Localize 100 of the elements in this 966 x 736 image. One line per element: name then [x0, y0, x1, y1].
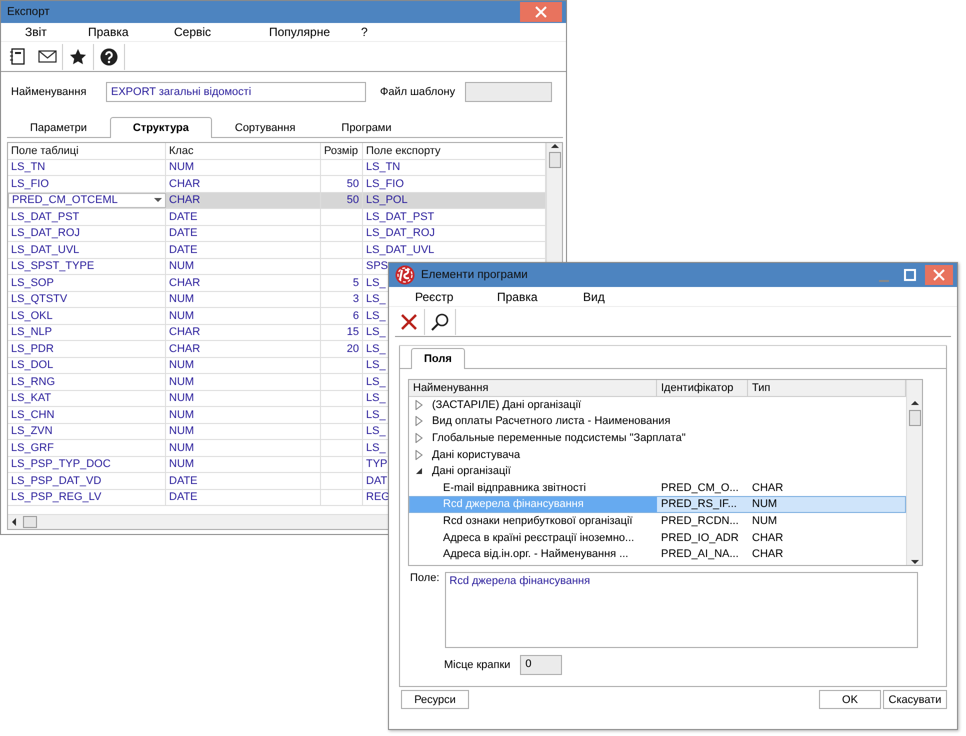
- table-row[interactable]: LS_DAT_ROJ DATE LS_DAT_ROJ: [8, 226, 546, 242]
- table-cell: NUM: [166, 456, 321, 472]
- table-cell: LS_PSP_DAT_VD: [8, 473, 166, 488]
- table-cell: LS_DOL: [8, 358, 166, 373]
- scrollbar-thumb[interactable]: [23, 516, 37, 528]
- column-header[interactable]: Розмір: [321, 143, 363, 158]
- table-cell: LS_GRF: [8, 440, 166, 456]
- maximize-icon: [904, 269, 916, 281]
- tab[interactable]: Сортування: [212, 118, 318, 137]
- scrollbar-thumb[interactable]: [908, 410, 920, 426]
- dropdown-field[interactable]: PRED_CM_OTCEML: [8, 192, 166, 208]
- table-cell: NUM: [166, 440, 321, 456]
- template-field[interactable]: [465, 82, 552, 102]
- tab[interactable]: Параметри: [7, 118, 110, 137]
- table-cell: CHAR: [166, 341, 321, 356]
- table-cell: NUM: [166, 292, 321, 307]
- table-cell: LS_DAT_ROJ: [8, 226, 166, 241]
- identifier-cell: PRED_AI_NA...: [661, 548, 739, 560]
- menu-item[interactable]: Правка: [88, 25, 174, 39]
- tree-item-label: Адреса від.ін.орг. - Найменування ...: [443, 548, 628, 560]
- star-icon: [68, 48, 88, 66]
- table-cell: 20: [321, 341, 363, 356]
- column-header[interactable]: Найменування: [409, 380, 657, 396]
- tab[interactable]: Структура: [110, 117, 212, 138]
- table-cell: DATE: [166, 473, 321, 488]
- column-header[interactable]: Ідентифікатор: [657, 380, 748, 396]
- type-cell: CHAR: [752, 532, 784, 544]
- menu-item[interactable]: Звіт: [25, 25, 88, 39]
- tab[interactable]: Програми: [318, 118, 415, 137]
- tree-row[interactable]: Rcd джерела фінансування PRED_RS_IF... NUM: [409, 496, 906, 513]
- dialog-button[interactable]: OK: [819, 690, 881, 709]
- table-cell: LS_ZVN: [8, 424, 166, 439]
- table-cell: LS_DAT_UVL: [8, 242, 166, 258]
- cell-text: PRED_CM_OTCEML: [12, 194, 118, 206]
- field-label: Файл шаблону: [380, 86, 456, 98]
- table-cell: LS_SOP: [8, 275, 166, 290]
- type-cell: NUM: [752, 498, 778, 510]
- table-cell: LS_NLP: [8, 324, 166, 340]
- decimal-field[interactable]: 0: [520, 655, 562, 675]
- table-row[interactable]: PRED_CM_OTCEML CHAR 50 LS_POL: [8, 192, 546, 209]
- menu-item[interactable]: Сервіс: [174, 25, 269, 39]
- dialog-button[interactable]: Ресурси: [401, 690, 469, 709]
- table-cell: LS_PSP_TYP_DOC: [8, 456, 166, 472]
- identifier-cell: PRED_CM_O...: [661, 482, 739, 494]
- table-row[interactable]: LS_DAT_PST DATE LS_DAT_PST: [8, 209, 546, 226]
- table-cell: LS_PSP_REG_LV: [8, 490, 166, 505]
- table-cell: DATE: [166, 209, 321, 224]
- caret-icon: [154, 198, 162, 202]
- type-cell: CHAR: [752, 482, 784, 494]
- table-cell: NUM: [166, 374, 321, 390]
- search-icon: [431, 312, 449, 330]
- table-cell: DATE: [166, 226, 321, 241]
- tree-row[interactable]: Адреса від.ін.орг. - Найменування ... PRED_AI_NA... CHAR: [409, 546, 906, 563]
- tree-item-label: Rcd ознаки неприбуткової організації: [443, 515, 632, 528]
- identifier-cell: PRED_RCDN...: [661, 515, 739, 528]
- table-cell: CHAR: [166, 192, 321, 208]
- tab[interactable]: Поля: [411, 348, 465, 369]
- window-title: Експорт: [7, 6, 51, 18]
- table-cell: LS_KAT: [8, 390, 166, 406]
- close-icon: [933, 269, 945, 281]
- table-cell: NUM: [166, 424, 321, 439]
- menu-item[interactable]: Популярне: [269, 25, 361, 39]
- field-label: Поле:: [410, 572, 440, 586]
- menu-item[interactable]: ?: [361, 25, 381, 39]
- table-cell: DATE: [166, 490, 321, 505]
- table-cell: LS_FIO: [8, 176, 166, 192]
- table-cell: DATE: [166, 242, 321, 258]
- dialog-button[interactable]: Скасувати: [883, 690, 947, 709]
- column-header[interactable]: Поле таблиці: [8, 143, 166, 158]
- table-cell: NUM: [166, 308, 321, 324]
- identifier-cell: PRED_IO_ADR: [661, 532, 739, 544]
- minimize-icon: [879, 280, 889, 282]
- table-cell: NUM: [166, 358, 321, 373]
- close-button[interactable]: [520, 2, 562, 22]
- scroll-left-icon: [11, 517, 17, 527]
- menu-item[interactable]: Вид: [583, 290, 623, 304]
- name-field[interactable]: EXPORT загальні відомості: [106, 82, 366, 102]
- table-cell: NUM: [166, 160, 321, 175]
- table-row[interactable]: LS_TN NUM LS_TN: [8, 160, 546, 176]
- close-icon: [400, 312, 418, 330]
- close-button[interactable]: [925, 265, 953, 285]
- type-cell: CHAR: [752, 548, 784, 560]
- table-cell: NUM: [166, 390, 321, 406]
- column-header[interactable]: Клас: [166, 143, 321, 158]
- table-cell: 15: [321, 324, 363, 340]
- scrollbar-thumb[interactable]: [548, 152, 560, 168]
- tree-row[interactable]: Адреса в країні реєстрації іноземно... PRED_IO_ADR CHAR: [409, 529, 906, 546]
- table-cell: 5: [321, 275, 363, 290]
- field-text-area[interactable]: Rcd джерела фінансування: [445, 572, 918, 648]
- table-cell: CHAR: [166, 176, 321, 192]
- table-cell: LS_RNG: [8, 374, 166, 390]
- tree-row[interactable]: Rcd ознаки неприбуткової організації PRED_RCDN... NUM: [409, 512, 906, 530]
- table-cell: LS_PDR: [8, 341, 166, 356]
- identifier-cell: PRED_RS_IF...: [661, 498, 737, 510]
- table-cell: LS_QTSTV: [8, 292, 166, 307]
- table-row[interactable]: LS_DAT_UVL DATE LS_DAT_UVL: [8, 242, 546, 258]
- type-cell: NUM: [752, 515, 778, 528]
- table-cell: CHAR: [166, 275, 321, 290]
- table-cell: LS_CHN: [8, 407, 166, 422]
- menu-item[interactable]: Реєстр: [415, 290, 497, 304]
